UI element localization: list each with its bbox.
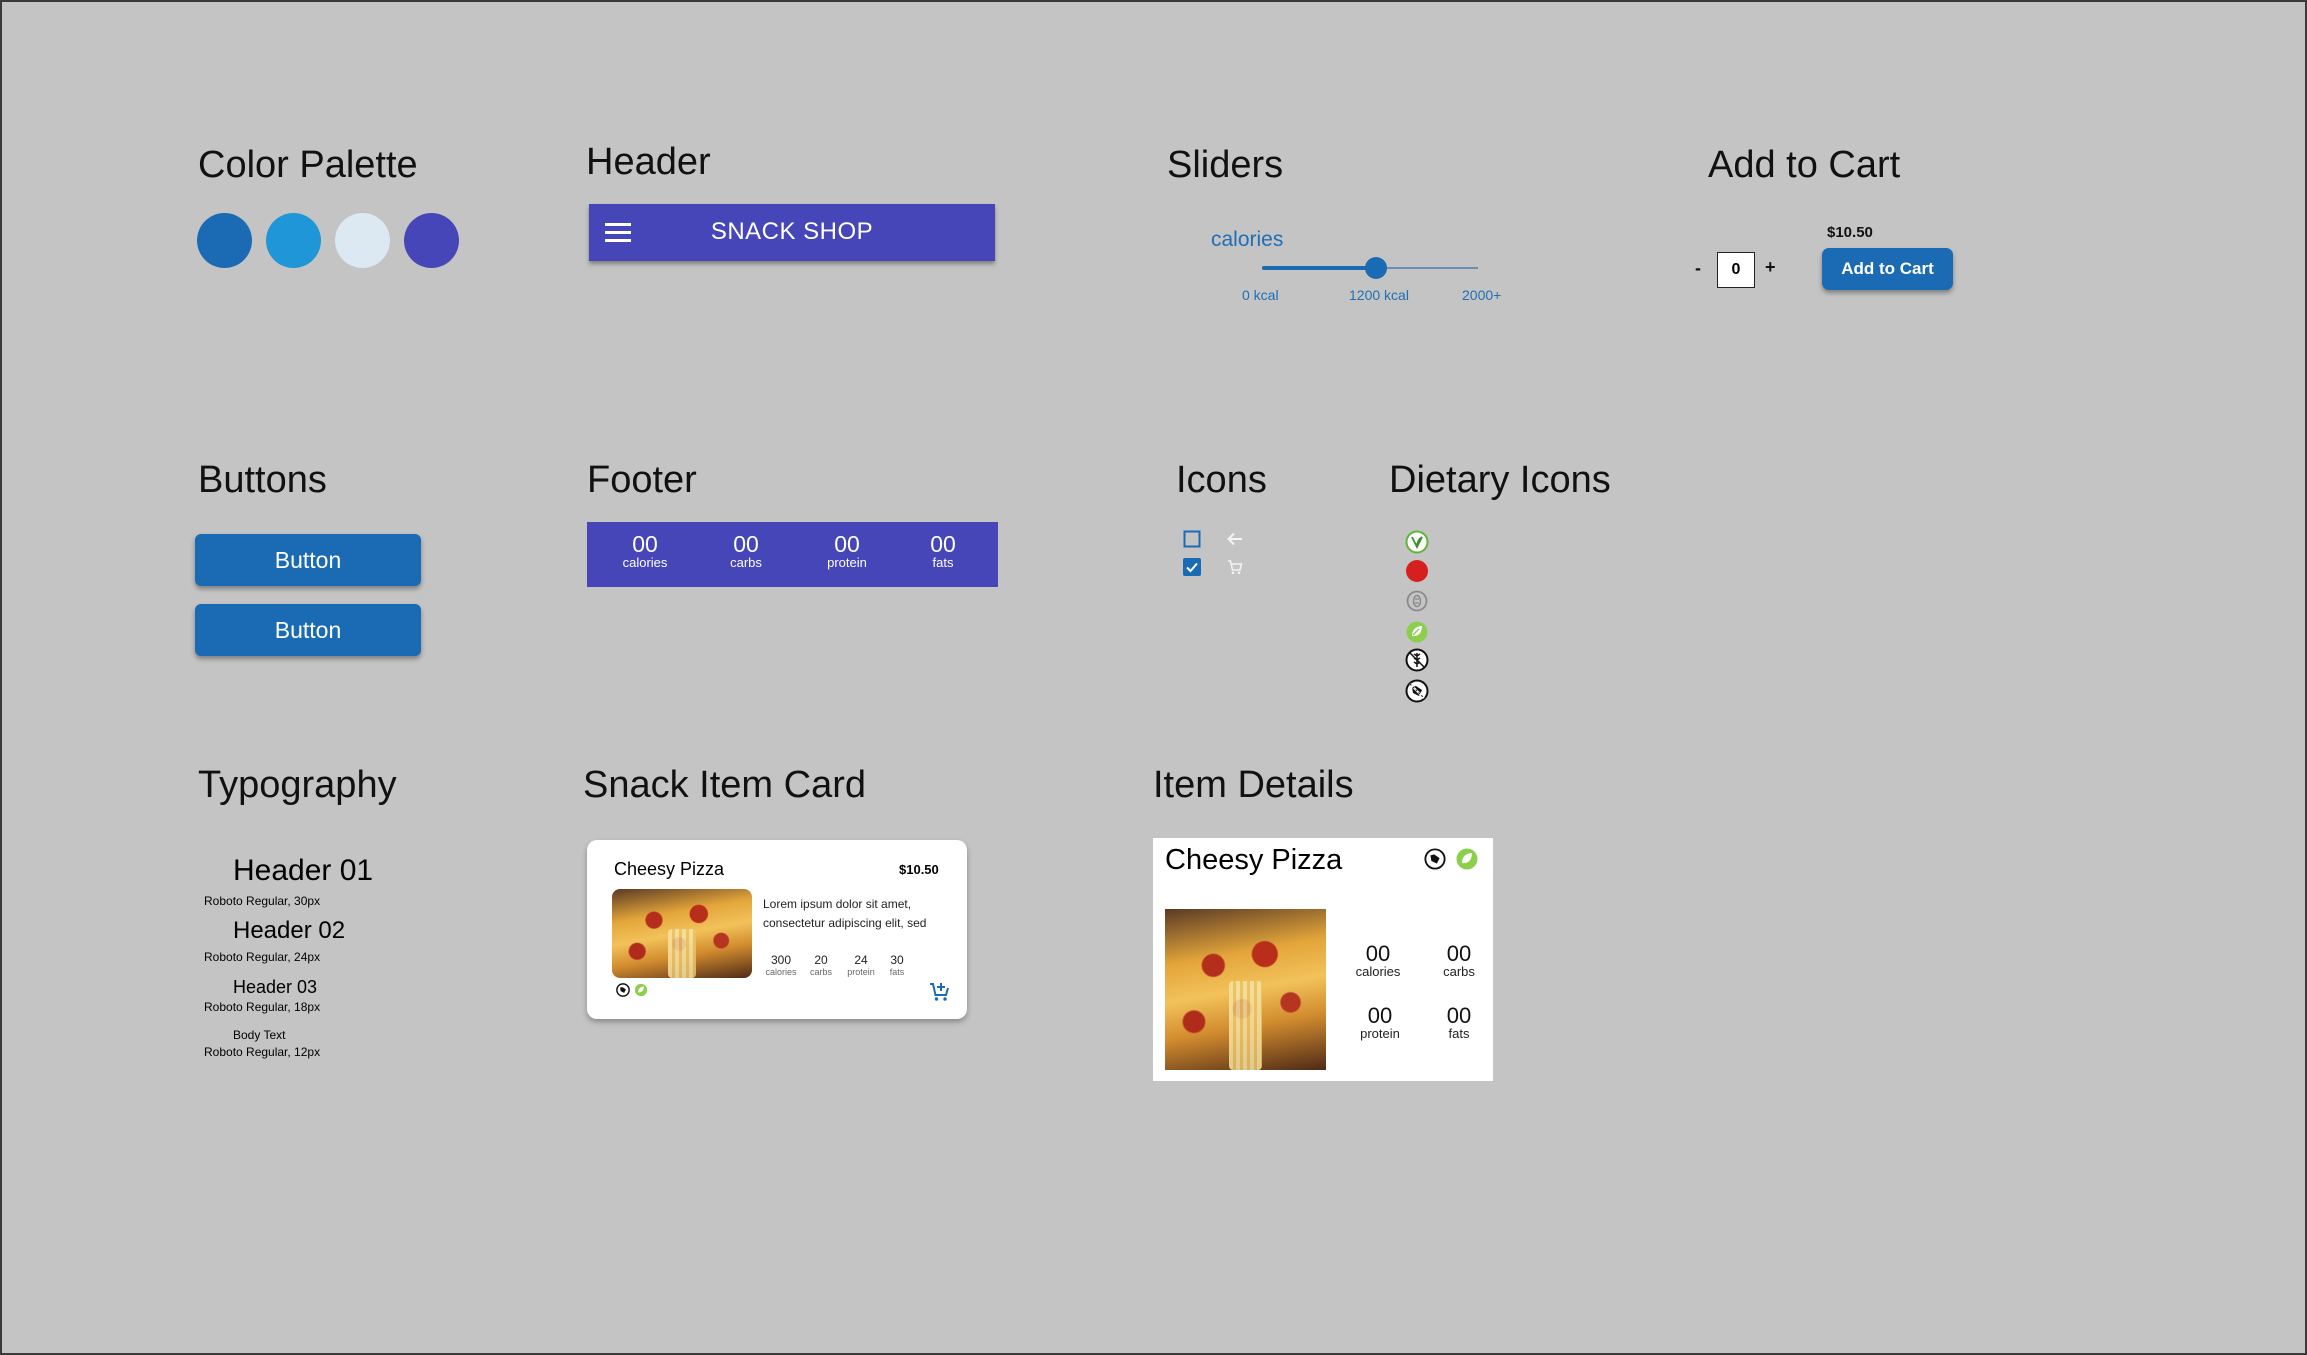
section-title-color-palette: Color Palette <box>198 144 418 186</box>
card-stat-fats: 30 fats <box>889 953 905 978</box>
back-arrow-icon[interactable] <box>1225 529 1245 549</box>
vegetarian-leaf-icon <box>1405 620 1429 644</box>
item-details-panel: Cheesy Pizza 00 calories 00 carbs 00 protei… <box>1153 838 1493 1081</box>
palette-swatch-2 <box>266 213 321 268</box>
increment-button[interactable]: + <box>1765 257 1776 278</box>
palette-swatch-4 <box>404 213 459 268</box>
quantity-input[interactable] <box>1717 252 1755 288</box>
footer-stat-fats: 00 fats <box>930 531 956 570</box>
typography-h3-sample: Header 03 <box>233 977 318 997</box>
palette-swatch-1 <box>197 213 252 268</box>
primary-button-2[interactable]: Button <box>195 604 421 656</box>
nut-free-icon <box>1406 590 1428 612</box>
snack-item-card[interactable]: Cheesy Pizza $10.50 Lorem ipsum dolor si… <box>587 840 967 1019</box>
header-title: SNACK SHOP <box>710 218 874 245</box>
cart-icon[interactable] <box>1226 558 1244 576</box>
section-title-item-details: Item Details <box>1153 764 1354 806</box>
palette-swatch-3 <box>335 213 390 268</box>
section-title-buttons: Buttons <box>198 459 327 501</box>
typography-h1-spec: Roboto Regular, 30px <box>204 894 321 908</box>
details-stat-carbs: 00 carbs <box>1443 941 1475 979</box>
card-stat-calories: 300 calories <box>765 953 797 978</box>
section-title-sliders: Sliders <box>1167 144 1284 186</box>
section-title-dietary-icons: Dietary Icons <box>1389 459 1611 501</box>
card-item-price: $10.50 <box>899 862 939 877</box>
red-dot-icon <box>1405 559 1429 583</box>
section-title-snack-item-card: Snack Item Card <box>583 764 866 806</box>
app-footer: 00 calories 00 carbs 00 protein 00 fats <box>587 522 998 587</box>
section-title-icons: Icons <box>1176 459 1267 501</box>
slider-tick-max: 2000+ <box>1462 287 1502 303</box>
slider-tick-min: 0 kcal <box>1242 287 1279 303</box>
gluten-free-icon <box>1405 648 1429 672</box>
details-stat-fats: 00 fats <box>1446 1003 1472 1041</box>
typography-h1-sample: Header 01 <box>233 854 374 887</box>
slider-tick-mid: 1200 kcal <box>1349 287 1409 303</box>
typography-h2-spec: Roboto Regular, 24px <box>204 950 321 964</box>
details-item-name: Cheesy Pizza <box>1165 844 1343 876</box>
footer-stat-protein: 00 protein <box>827 531 867 570</box>
dairy-free-icon <box>1405 679 1429 703</box>
vegan-icon <box>1405 530 1429 554</box>
decrement-button[interactable]: - <box>1695 258 1701 279</box>
add-to-cart-button[interactable]: Add to Cart <box>1822 248 1953 290</box>
details-stat-calories: 00 calories <box>1355 941 1401 979</box>
checkbox-empty-icon[interactable] <box>1182 529 1202 549</box>
price-label: $10.50 <box>1827 224 1873 241</box>
app-header: SNACK SHOP <box>589 204 995 261</box>
checkbox-checked-icon[interactable] <box>1182 557 1202 577</box>
vegetarian-leaf-icon <box>1454 846 1480 872</box>
dairy-free-icon <box>1423 847 1447 871</box>
details-stat-protein: 00 protein <box>1360 1003 1400 1041</box>
dairy-free-icon <box>616 983 630 997</box>
primary-button-1[interactable]: Button <box>195 534 421 586</box>
slider-fill <box>1262 266 1377 270</box>
slider-label: calories <box>1211 228 1284 251</box>
typography-h2-sample: Header 02 <box>233 917 346 944</box>
card-stat-protein: 24 protein <box>847 953 875 978</box>
card-item-name: Cheesy Pizza <box>614 859 725 879</box>
section-title-typography: Typography <box>198 764 397 806</box>
typography-body-sample: Body Text <box>233 1028 286 1042</box>
section-title-header: Header <box>586 141 711 183</box>
section-title-footer: Footer <box>587 459 697 501</box>
canvas-frame <box>0 0 2307 1355</box>
typography-body-spec: Roboto Regular, 12px <box>204 1045 321 1059</box>
card-item-description: Lorem ipsum dolor sit amet, consectetur … <box>763 897 927 930</box>
add-to-cart-icon[interactable] <box>929 981 951 1003</box>
card-pizza-image <box>612 889 752 978</box>
typography-h3-spec: Roboto Regular, 18px <box>204 1000 321 1014</box>
details-pizza-image <box>1165 909 1326 1070</box>
vegetarian-leaf-icon <box>634 983 648 997</box>
footer-stat-carbs: 00 carbs <box>730 531 762 570</box>
card-stat-carbs: 20 carbs <box>809 953 832 978</box>
footer-stat-calories: 00 calories <box>622 531 668 570</box>
section-title-add-to-cart: Add to Cart <box>1708 144 1901 186</box>
